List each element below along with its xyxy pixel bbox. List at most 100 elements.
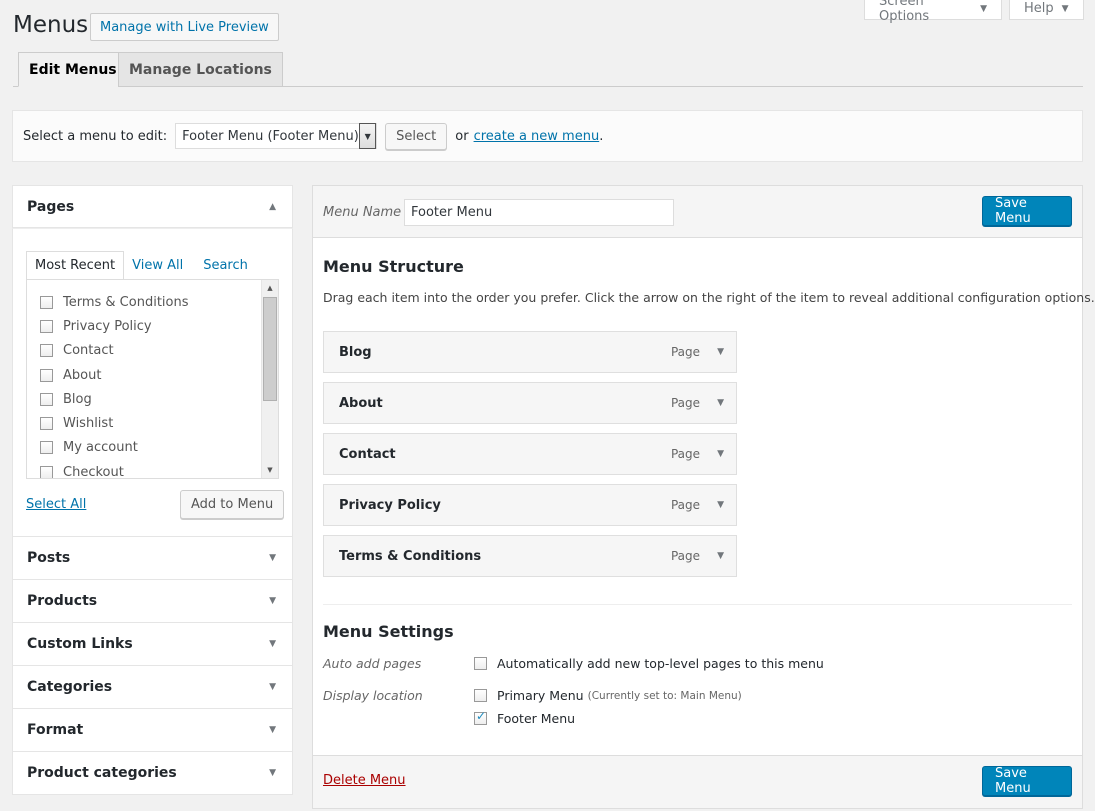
menu-item-type: Page [670, 549, 700, 563]
select-button[interactable]: Select [385, 122, 448, 150]
menu-footer: Delete Menu Save Menu [313, 755, 1082, 808]
checkbox[interactable] [40, 392, 53, 406]
collapse-arrow-icon: ▲ [269, 201, 276, 212]
tab-manage-locations[interactable]: Manage Locations [118, 52, 283, 87]
menu-item-label: About [339, 395, 383, 411]
display-location-label: Display location [323, 688, 423, 703]
menu-structure-description: Drag each item into the order you prefer… [323, 290, 1095, 305]
save-menu-button[interactable]: Save Menu [982, 196, 1072, 226]
checkbox[interactable] [40, 465, 53, 478]
checkmark-icon: ✓ [476, 709, 487, 723]
tab-search[interactable]: Search [191, 251, 256, 280]
help-label: Help [1024, 1, 1054, 16]
menu-item-type: Page [670, 345, 700, 359]
expand-arrow-icon[interactable]: ▼ [717, 347, 724, 357]
scroll-down-icon[interactable]: ▼ [262, 462, 278, 478]
period-text: . [599, 128, 604, 144]
save-menu-button-bottom[interactable]: Save Menu [982, 766, 1072, 796]
checkbox[interactable] [40, 368, 53, 382]
auto-add-text: Automatically add new top-level pages to… [497, 656, 824, 671]
page-label: Privacy Policy [63, 318, 152, 334]
pages-section-header[interactable]: Pages ▲ [12, 185, 293, 228]
menu-item-type: Page [670, 447, 700, 461]
checkbox[interactable] [40, 344, 53, 358]
settings-divider [323, 604, 1072, 605]
footer-menu-label: Footer Menu [497, 711, 576, 726]
checkbox[interactable] [40, 295, 53, 309]
create-menu-link[interactable]: create a new menu [474, 129, 600, 144]
list-item[interactable]: Checkout [27, 460, 278, 478]
categories-section-header[interactable]: Categories ▼ [12, 666, 293, 709]
or-text: or [455, 128, 469, 144]
menu-item-label: Contact [339, 446, 396, 462]
list-item[interactable]: Blog [27, 387, 278, 411]
section-title: Products [27, 593, 98, 609]
section-title: Custom Links [27, 636, 133, 652]
add-to-menu-button[interactable]: Add to Menu [180, 490, 285, 519]
list-item[interactable]: My account [27, 436, 278, 460]
page-label: My account [63, 440, 138, 456]
scroll-thumb[interactable] [263, 297, 277, 401]
primary-menu-checkbox[interactable] [474, 689, 487, 702]
expand-arrow-icon[interactable]: ▼ [717, 500, 724, 510]
list-item[interactable]: Terms & Conditions [27, 290, 278, 314]
select-all-link[interactable]: Select All [26, 497, 86, 512]
tab-view-all[interactable]: View All [124, 251, 191, 280]
menu-name-label: Menu Name [323, 205, 402, 220]
format-section-header[interactable]: Format ▼ [12, 709, 293, 752]
list-item[interactable]: About [27, 363, 278, 387]
expand-arrow-icon[interactable]: ▼ [717, 551, 724, 561]
auto-add-option[interactable]: Automatically add new top-level pages to… [474, 656, 824, 671]
expand-arrow-icon: ▼ [269, 725, 276, 735]
products-section-header[interactable]: Products ▼ [12, 580, 293, 623]
menu-select-dropdown[interactable]: Footer Menu (Footer Menu) ▼ [175, 123, 378, 149]
page-label: Wishlist [63, 416, 114, 432]
menu-item-type: Page [670, 498, 700, 512]
menu-item-blog[interactable]: Blog Page ▼ [323, 331, 737, 373]
caret-down-icon: ▼ [1061, 3, 1069, 14]
footer-menu-option[interactable]: ✓ Footer Menu [474, 709, 576, 726]
page-label: Terms & Conditions [63, 294, 189, 310]
menu-item-contact[interactable]: Contact Page ▼ [323, 433, 737, 475]
menu-item-about[interactable]: About Page ▼ [323, 382, 737, 424]
menu-item-privacy-policy[interactable]: Privacy Policy Page ▼ [323, 484, 737, 526]
screen-options-label: Screen Options [879, 0, 930, 24]
menu-item-label: Blog [339, 344, 372, 360]
checkbox[interactable] [40, 441, 53, 455]
menu-name-input[interactable]: Footer Menu [404, 199, 674, 226]
tab-edit-menus[interactable]: Edit Menus [18, 52, 128, 87]
product-categories-section-header[interactable]: Product categories ▼ [12, 752, 293, 795]
menu-item-terms-conditions[interactable]: Terms & Conditions Page ▼ [323, 535, 737, 577]
primary-menu-note: (Currently set to: Main Menu) [587, 689, 742, 702]
expand-arrow-icon[interactable]: ▼ [717, 449, 724, 459]
footer-menu-checkbox[interactable]: ✓ [474, 709, 487, 725]
section-title: Posts [27, 550, 71, 566]
custom-links-section-header[interactable]: Custom Links ▼ [12, 623, 293, 666]
section-title: Categories [27, 679, 113, 695]
delete-menu-link[interactable]: Delete Menu [323, 773, 406, 788]
checkbox[interactable] [40, 319, 53, 333]
select-menu-bar: Select a menu to edit: Footer Menu (Foot… [12, 110, 1083, 162]
list-item[interactable]: Contact [27, 339, 278, 363]
primary-menu-option[interactable]: Primary Menu (Currently set to: Main Men… [474, 688, 742, 703]
list-item[interactable]: Wishlist [27, 411, 278, 435]
live-preview-button[interactable]: Manage with Live Preview [90, 13, 279, 41]
posts-section-header[interactable]: Posts ▼ [12, 537, 293, 580]
tab-most-recent[interactable]: Most Recent [26, 251, 125, 280]
section-title: Format [27, 722, 84, 738]
page-label: Contact [63, 343, 114, 359]
caret-down-icon: ▼ [980, 3, 987, 14]
auto-add-checkbox[interactable] [474, 657, 487, 670]
checkbox[interactable] [40, 417, 53, 431]
pages-section-body: Most Recent View All Search Terms & Cond… [12, 228, 293, 537]
scroll-up-icon[interactable]: ▲ [262, 280, 278, 296]
auto-add-label: Auto add pages [323, 656, 422, 671]
scrollbar[interactable]: ▲ ▼ [261, 280, 278, 478]
help-button[interactable]: Help ▼ [1009, 0, 1084, 20]
expand-arrow-icon: ▼ [269, 553, 276, 563]
expand-arrow-icon: ▼ [269, 768, 276, 778]
list-item[interactable]: Privacy Policy [27, 314, 278, 338]
page-label: Blog [63, 391, 92, 407]
expand-arrow-icon[interactable]: ▼ [717, 398, 724, 408]
screen-options-button[interactable]: Screen Options ▼ [864, 0, 1002, 24]
